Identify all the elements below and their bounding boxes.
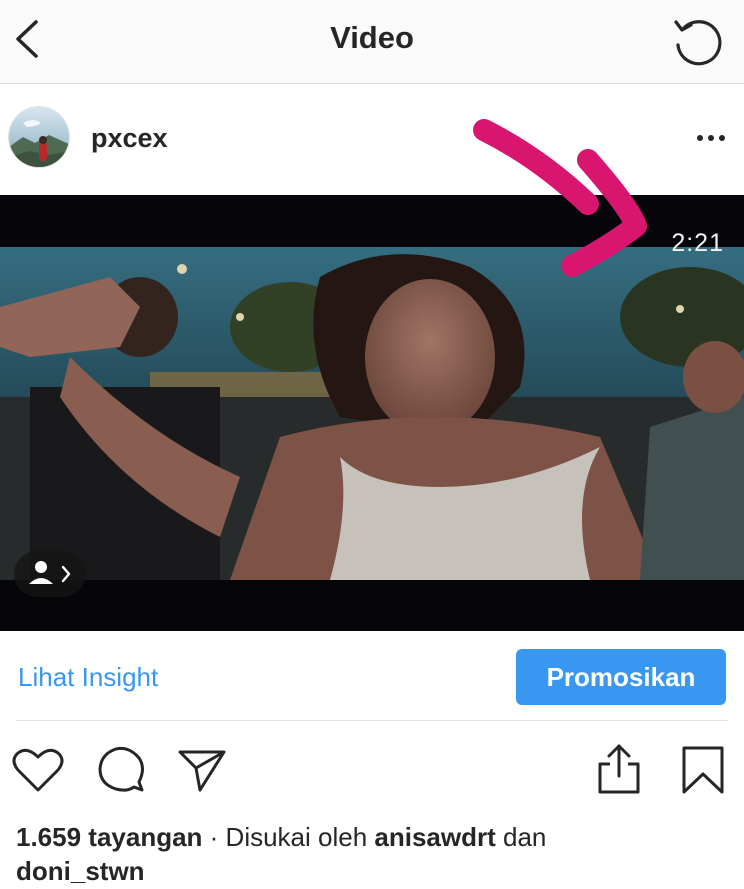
post-stats: 1.659 tayangan · Disukai oleh anisawdrt … bbox=[16, 820, 716, 888]
comment-icon bbox=[98, 746, 144, 792]
more-horizontal-icon bbox=[697, 135, 725, 141]
send-icon bbox=[178, 750, 226, 792]
post-username[interactable]: pxcex bbox=[91, 123, 168, 154]
save-button[interactable] bbox=[680, 744, 726, 796]
heart-icon bbox=[12, 748, 64, 792]
post-header: pxcex bbox=[0, 85, 744, 195]
refresh-icon bbox=[674, 20, 722, 66]
insight-row: Lihat Insight Promosikan bbox=[0, 631, 744, 721]
stats-separator: · bbox=[202, 822, 226, 852]
liker-username[interactable]: anisawdrt bbox=[374, 822, 495, 852]
video-player[interactable]: 2:21 bbox=[0, 195, 744, 631]
video-frame bbox=[0, 247, 744, 580]
comment-button[interactable] bbox=[96, 746, 148, 796]
share-direct-button[interactable] bbox=[176, 746, 228, 794]
share-upload-icon bbox=[598, 744, 640, 794]
tagged-people-button[interactable] bbox=[14, 551, 86, 597]
user-tag-icon bbox=[29, 561, 71, 584]
bookmark-icon bbox=[682, 746, 724, 794]
video-duration: 2:21 bbox=[671, 229, 724, 257]
liker-username-second[interactable]: doni_stwn bbox=[16, 856, 145, 886]
more-options-button[interactable] bbox=[690, 125, 734, 151]
upload-share-button[interactable] bbox=[596, 742, 642, 796]
liked-by-label: Disukai oleh bbox=[225, 822, 375, 852]
promote-button[interactable]: Promosikan bbox=[516, 649, 726, 705]
divider bbox=[16, 720, 728, 721]
like-button[interactable] bbox=[12, 746, 64, 794]
top-navigation-bar: Video bbox=[0, 0, 744, 84]
avatar-image bbox=[9, 107, 69, 167]
view-insights-link[interactable]: Lihat Insight bbox=[18, 662, 158, 693]
refresh-button[interactable] bbox=[668, 12, 726, 70]
liked-by-conjunction: dan bbox=[495, 822, 547, 852]
view-count: 1.659 tayangan bbox=[16, 822, 203, 852]
avatar[interactable] bbox=[8, 106, 70, 168]
page-title: Video bbox=[330, 20, 414, 55]
